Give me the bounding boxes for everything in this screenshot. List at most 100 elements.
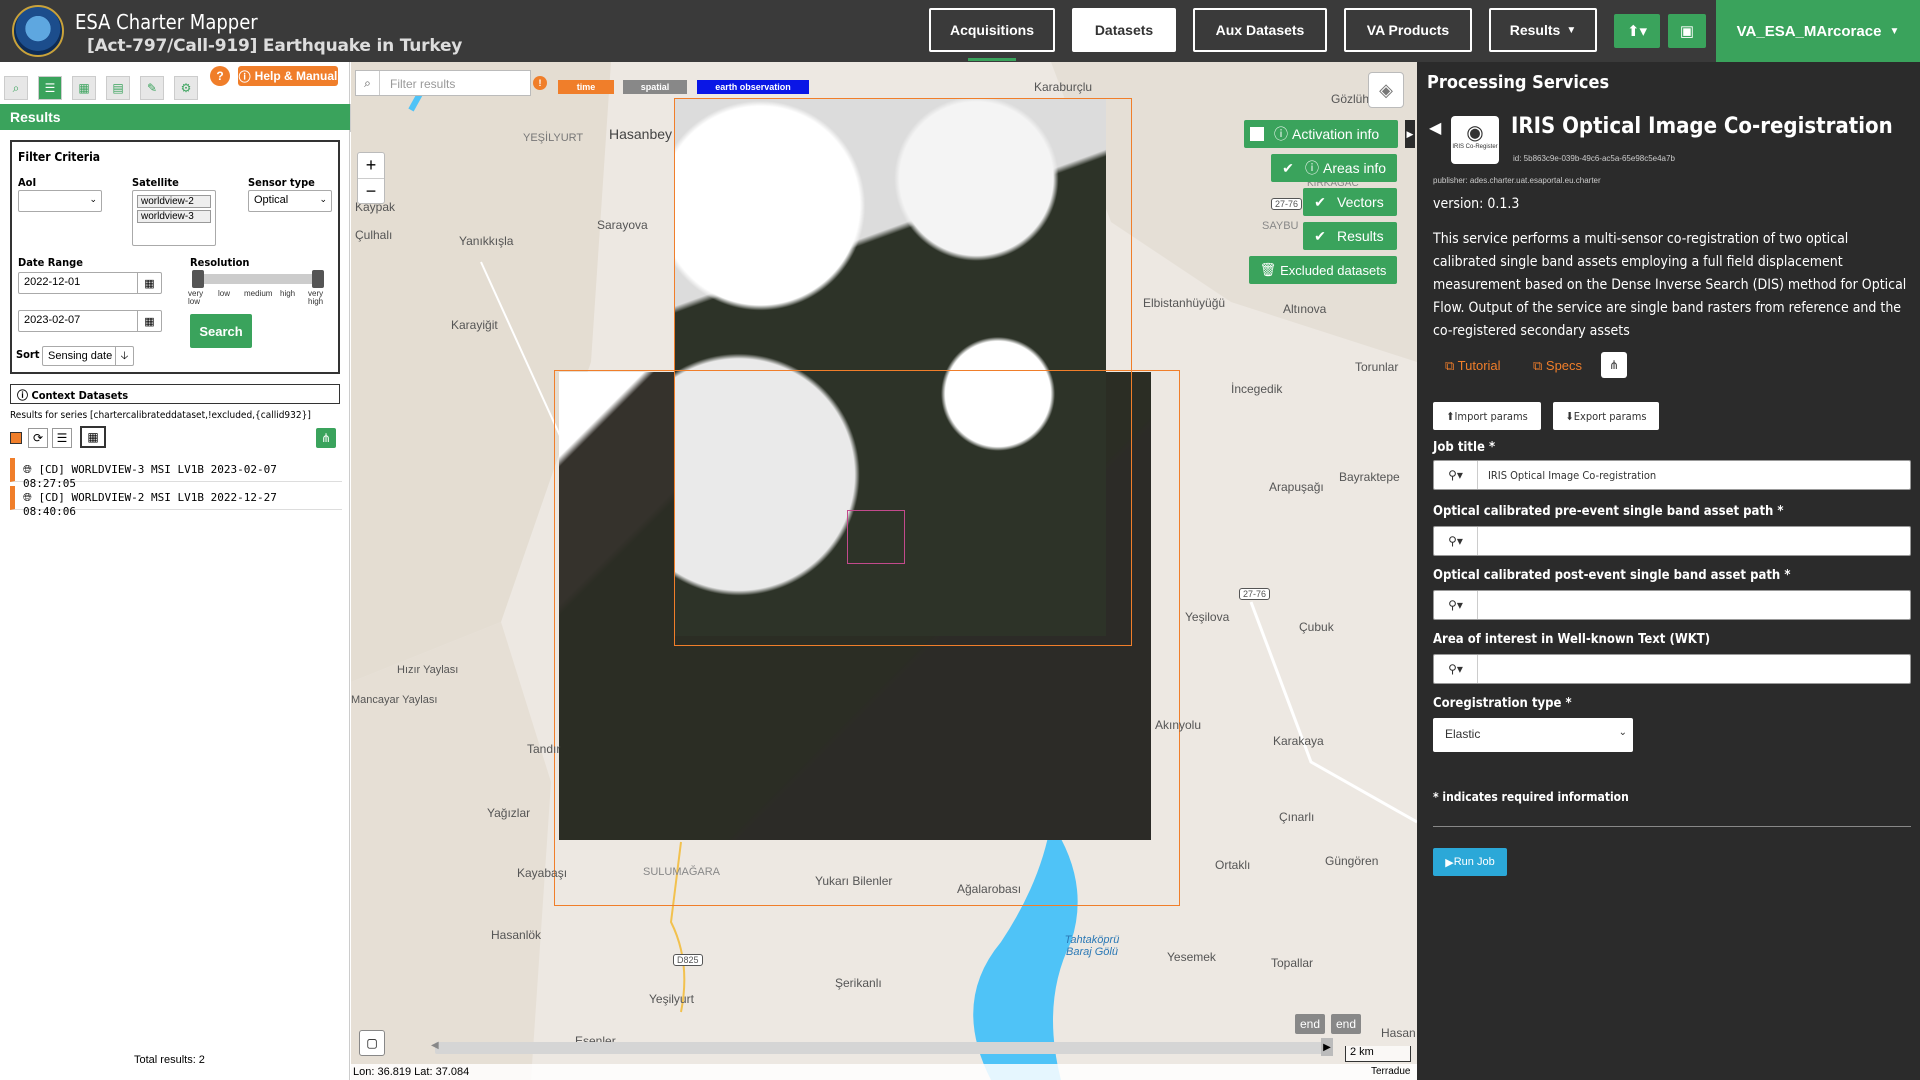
slider-handle-max[interactable] <box>312 270 324 288</box>
resolution-slider[interactable] <box>192 270 324 288</box>
magic-wand-icon[interactable]: ⚲▾ <box>1434 591 1478 619</box>
upload-button[interactable]: ⬆▾ <box>1614 14 1660 48</box>
vectors-toggle[interactable]: ✔ Vectors <box>1303 188 1397 216</box>
satellite-select[interactable]: worldview-2 worldview-3 <box>132 190 216 246</box>
chevron-right-icon[interactable]: ▶ <box>1321 1038 1333 1056</box>
tab-aux-datasets[interactable]: Aux Datasets <box>1193 8 1327 52</box>
footprint-worldview-2[interactable] <box>554 370 1180 906</box>
magic-wand-icon[interactable]: ⚲▾ <box>1434 461 1478 489</box>
dataset-item[interactable]: 🌐︎ [CD] WORLDVIEW-2 MSI LV1B 2022-12-27 … <box>10 486 342 518</box>
place-label: Sarayova <box>597 218 648 232</box>
place-label: Hasanbey <box>609 126 673 142</box>
calendar-icon[interactable]: ▦ <box>137 273 161 293</box>
upload-icon: ⬆ <box>1446 409 1455 423</box>
share-button[interactable]: ⋔ <box>1601 352 1627 378</box>
share-button[interactable]: ⋔ <box>316 428 336 448</box>
specs-link[interactable]: ⧉ Specs <box>1533 358 1582 374</box>
help-manual-button[interactable]: ⓘ Help & Manual <box>238 66 338 86</box>
user-menu[interactable]: VA_ESA_MArcorace ▼ <box>1716 0 1920 62</box>
tab-datasets[interactable]: Datasets <box>1072 8 1176 52</box>
list-view-button[interactable]: ☰ <box>52 428 72 448</box>
import-params-button[interactable]: ⬆ Import params <box>1433 402 1541 430</box>
upload-icon: ⬆▾ <box>1626 23 1648 40</box>
add-to-basket-button[interactable]: ▦ <box>80 426 106 448</box>
expand-right-icon[interactable]: ▶ <box>1405 120 1415 148</box>
timeline-end-marker[interactable]: end <box>1331 1014 1361 1034</box>
date-from-input[interactable]: 2022-12-01 ▦ <box>18 272 162 294</box>
map-selection-button[interactable]: ▢ <box>359 1030 385 1056</box>
magic-wand-icon[interactable]: ⚲▾ <box>1434 527 1478 555</box>
alert-icon[interactable]: ! <box>533 76 547 90</box>
areas-info-toggle[interactable]: ✔ ⓘ Areas info <box>1271 154 1397 182</box>
tag-time[interactable]: time <box>558 80 614 94</box>
calendar-icon[interactable]: ▦ <box>137 311 161 331</box>
sensor-type-select[interactable]: Optical ⌄ <box>248 190 332 212</box>
place-label: Topallar <box>1271 956 1314 970</box>
satellite-chip[interactable]: worldview-2 <box>137 195 211 208</box>
place-label: Yağızlar <box>487 806 531 820</box>
aoi-select[interactable]: ⌄ <box>18 190 102 212</box>
search-tool-button[interactable]: ⌕ <box>4 76 28 100</box>
service-publisher: publisher: ades.charter.uat.esaportal.eu… <box>1433 176 1601 185</box>
refresh-button[interactable]: ⟳ <box>28 428 48 448</box>
export-params-button[interactable]: ⬇ Export params <box>1553 402 1659 430</box>
archive-button[interactable]: ▤ <box>106 76 130 100</box>
tab-results[interactable]: Results ▼ <box>1489 8 1597 52</box>
place-label: Hasanlök <box>491 928 542 942</box>
run-job-button[interactable]: ▶ Run Job <box>1433 848 1507 876</box>
tab-va-products[interactable]: VA Products <box>1344 8 1472 52</box>
search-button[interactable]: Search <box>190 314 252 348</box>
tag-spatial[interactable]: spatial <box>623 80 687 94</box>
dataset-label: [CD] WORLDVIEW-2 MSI LV1B 2022-12-27 08:… <box>23 491 277 518</box>
sort-direction-icon[interactable]: 🡣 <box>115 347 133 365</box>
place-label: Hızır Yaylası <box>397 664 459 676</box>
aoi-rectangle[interactable] <box>847 510 905 564</box>
road-label: 27-76 <box>1239 588 1271 600</box>
map-view[interactable]: Karaburçlu Gözlühüyük Hasanbey YEŞİLYURT… <box>351 62 1417 1080</box>
results-list-button[interactable]: ☰ <box>38 76 62 100</box>
date-to-input[interactable]: 2023-02-07 ▦ <box>18 310 162 332</box>
share-icon: ⋔ <box>1608 358 1620 372</box>
tab-acquisitions[interactable]: Acquisitions <box>929 8 1055 52</box>
aoi-wkt-input[interactable]: ⚲▾ <box>1433 654 1911 684</box>
edit-button[interactable]: ✎ <box>140 76 164 100</box>
timeline-slider[interactable] <box>435 1042 1329 1054</box>
basket-button[interactable]: ▦ <box>72 76 96 100</box>
search-icon: ⌕ <box>12 80 20 95</box>
results-label: Results <box>1337 228 1384 244</box>
panel-title: Processing Services <box>1427 72 1610 93</box>
slider-handle-min[interactable] <box>192 270 204 288</box>
timeline-end-marker[interactable]: end <box>1295 1014 1325 1034</box>
coregistration-type-select[interactable]: Elastic ⌄ <box>1433 718 1633 752</box>
play-icon: ▶ <box>1445 856 1454 869</box>
chevron-left-icon[interactable]: ◀ <box>431 1040 439 1051</box>
sort-select[interactable]: Sensing date 🡣 <box>42 346 134 366</box>
activation-info-toggle[interactable]: ⓘ Activation info <box>1244 120 1398 148</box>
filter-results-input[interactable]: ⌕ Filter results <box>355 70 531 96</box>
context-datasets-header[interactable]: ⓘ Context Datasets <box>10 384 340 404</box>
job-title-input[interactable]: ⚲▾ IRIS Optical Image Co-registration <box>1433 460 1911 490</box>
info-icon: ⓘ <box>238 69 251 84</box>
layers-button[interactable]: ◈ <box>1368 72 1404 108</box>
select-all-checkbox[interactable] <box>10 432 22 444</box>
briefcase-button[interactable]: ▣ <box>1668 14 1706 48</box>
pre-event-input[interactable]: ⚲▾ <box>1433 526 1911 556</box>
dataset-item[interactable]: 🌐︎ [CD] WORLDVIEW-3 MSI LV1B 2023-02-07 … <box>10 458 342 490</box>
question-icon[interactable]: ? <box>210 66 230 86</box>
post-event-input[interactable]: ⚲▾ <box>1433 590 1911 620</box>
checkbox-unchecked[interactable] <box>1250 127 1264 141</box>
magic-wand-icon[interactable]: ⚲▾ <box>1434 655 1478 683</box>
zoom-in-button[interactable]: + <box>358 153 384 179</box>
results-toggle[interactable]: ✔ Results <box>1303 222 1397 250</box>
app-logo[interactable] <box>12 5 64 57</box>
place-label: Yeşilyurt <box>649 992 694 1006</box>
sensor-type-value: Optical <box>254 194 289 206</box>
back-icon[interactable]: ◀ <box>1429 118 1441 138</box>
post-event-label: Optical calibrated post-event single ban… <box>1433 568 1791 583</box>
settings-button[interactable]: ⚙ <box>174 76 198 100</box>
tutorial-link[interactable]: ⧉ Tutorial <box>1445 358 1501 374</box>
zoom-out-button[interactable]: − <box>358 179 384 203</box>
excluded-datasets-button[interactable]: 🗑︎ Excluded datasets <box>1249 256 1397 284</box>
tag-earth-observation[interactable]: earth observation <box>697 80 809 94</box>
satellite-chip[interactable]: worldview-3 <box>137 210 211 223</box>
